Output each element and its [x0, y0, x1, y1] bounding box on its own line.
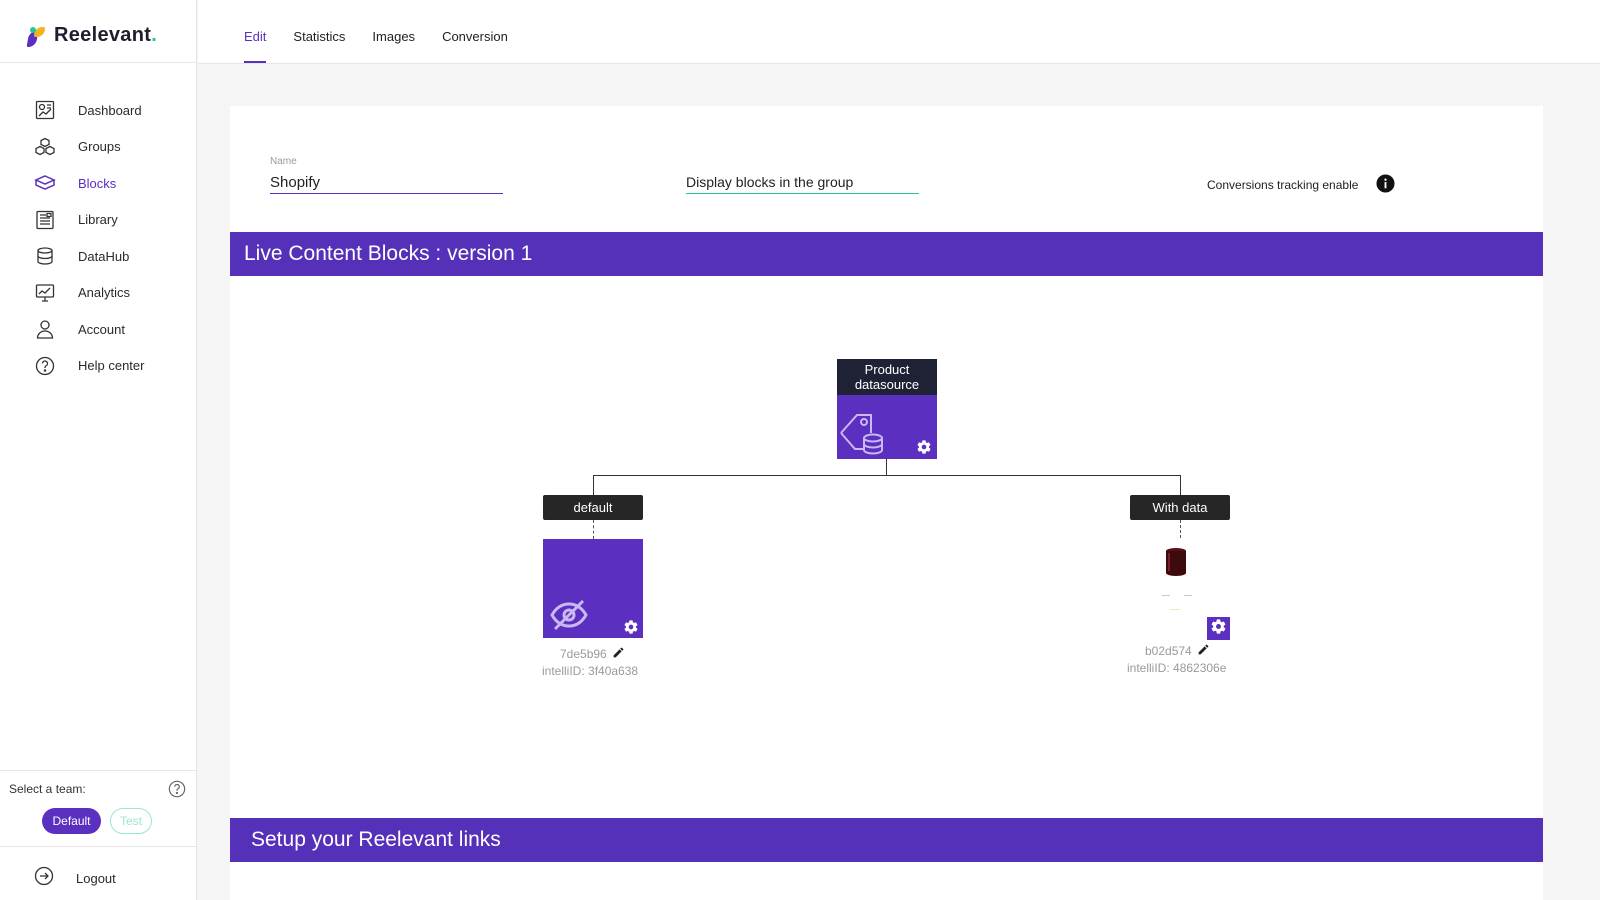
sidebar-item-label: Dashboard	[78, 102, 142, 118]
sidebar-item-label: Analytics	[78, 285, 131, 301]
sidebar-item-analytics[interactable]: Analytics	[0, 275, 197, 312]
dashboard-icon	[34, 99, 56, 121]
logo-mark-icon	[26, 25, 46, 47]
default-block-settings-gear-icon[interactable]	[623, 619, 639, 640]
team-chip-test[interactable]: Test	[110, 808, 152, 834]
sidebar: Reelevant. Dashboard Groups Blocks Libra…	[0, 0, 197, 900]
divider	[0, 846, 197, 847]
connector-line	[1180, 475, 1181, 495]
tab-edit[interactable]: Edit	[244, 0, 267, 64]
connector-line	[593, 475, 1180, 476]
brand-logo[interactable]: Reelevant.	[26, 24, 157, 47]
logout-button[interactable]: Logout	[34, 866, 116, 891]
name-field-label: Name	[270, 156, 297, 167]
name-field[interactable]	[270, 172, 503, 194]
main-card: Name Display blocks in the group Convers…	[230, 106, 1543, 900]
eye-off-icon	[549, 599, 589, 636]
sidebar-item-library[interactable]: Library	[0, 202, 197, 239]
sidebar-item-account[interactable]: Account	[0, 311, 197, 348]
sidebar-item-label: Blocks	[78, 175, 117, 191]
sidebar-item-label: Help center	[78, 358, 145, 374]
sidebar-item-label: DataHub	[78, 248, 130, 264]
divider	[0, 770, 197, 771]
sidebar-item-dashboard[interactable]: Dashboard	[0, 92, 197, 129]
default-block-id: 7de5b96	[560, 646, 625, 662]
with-data-block-intelli-id: intelliID: 4862306e	[1127, 661, 1227, 675]
section-header-reelevant-links: Setup your Reelevant links	[230, 818, 1543, 862]
sidebar-item-label: Library	[78, 212, 118, 228]
logout-icon	[34, 866, 54, 891]
team-select-label: Select a team:	[9, 782, 86, 796]
root-node-datasource[interactable]	[837, 395, 937, 459]
logout-label: Logout	[76, 871, 116, 886]
analytics-icon	[34, 282, 56, 304]
block-id-text: b02d574	[1145, 644, 1192, 658]
tabs: Edit Statistics Images Conversion	[244, 0, 535, 64]
tab-conversion[interactable]: Conversion	[442, 0, 508, 64]
blocks-icon	[34, 172, 56, 194]
settings-gear-icon	[1210, 618, 1227, 640]
connector-dashed	[593, 520, 594, 539]
help-icon	[34, 355, 56, 377]
divider	[0, 62, 197, 63]
sidebar-item-groups[interactable]: Groups	[0, 129, 197, 166]
sidebar-item-datahub[interactable]: DataHub	[0, 238, 197, 275]
branch-label-with-data[interactable]: With data	[1130, 495, 1230, 520]
library-icon	[34, 209, 56, 231]
sidebar-item-help-center[interactable]: Help center	[0, 348, 197, 385]
tab-statistics[interactable]: Statistics	[293, 0, 345, 64]
team-help-icon[interactable]	[168, 780, 186, 803]
display-blocks-select[interactable]: Display blocks in the group	[686, 172, 919, 194]
branch-label-default[interactable]: default	[543, 495, 643, 520]
sidebar-nav: Dashboard Groups Blocks Library DataHub	[0, 92, 197, 384]
section-header-live-content-blocks: Live Content Blocks : version 1	[230, 232, 1543, 276]
root-node-label: Product datasource	[837, 359, 937, 395]
database-icon	[34, 245, 56, 267]
connector-line	[886, 459, 887, 475]
groups-icon	[34, 136, 56, 158]
connector-dashed	[1180, 520, 1181, 538]
default-block-intelli-id: intelliID: 3f40a638	[542, 664, 639, 678]
connector-line	[593, 475, 594, 495]
top-tab-bar: Edit Statistics Images Conversion	[198, 0, 1600, 64]
block-id-text: 7de5b96	[560, 647, 607, 661]
image-placeholder-line	[1162, 595, 1170, 596]
block-tree: Product datasource default 7de5b96 intel…	[230, 276, 1543, 818]
user-icon	[34, 318, 56, 340]
brand-name: Reelevant.	[54, 24, 158, 46]
price-tag-database-icon	[839, 409, 887, 460]
image-placeholder-line	[1184, 595, 1192, 596]
tab-images[interactable]: Images	[372, 0, 415, 64]
sidebar-item-blocks[interactable]: Blocks	[0, 165, 197, 202]
sidebar-item-label: Account	[78, 321, 125, 337]
conversion-tracking-label: Conversions tracking enable	[1207, 178, 1359, 192]
candle-product-image[interactable]	[1165, 547, 1187, 582]
with-data-settings-button[interactable]	[1207, 617, 1230, 640]
sidebar-item-label: Groups	[78, 139, 121, 155]
image-placeholder-line	[1170, 609, 1180, 610]
edit-pencil-icon[interactable]	[612, 646, 625, 662]
edit-pencil-icon[interactable]	[1197, 643, 1210, 659]
with-data-block-id: b02d574	[1145, 643, 1210, 659]
info-icon[interactable]	[1376, 174, 1395, 198]
team-chip-default[interactable]: Default	[42, 808, 101, 834]
root-settings-gear-icon[interactable]	[916, 439, 932, 460]
default-content-block[interactable]	[543, 539, 643, 638]
